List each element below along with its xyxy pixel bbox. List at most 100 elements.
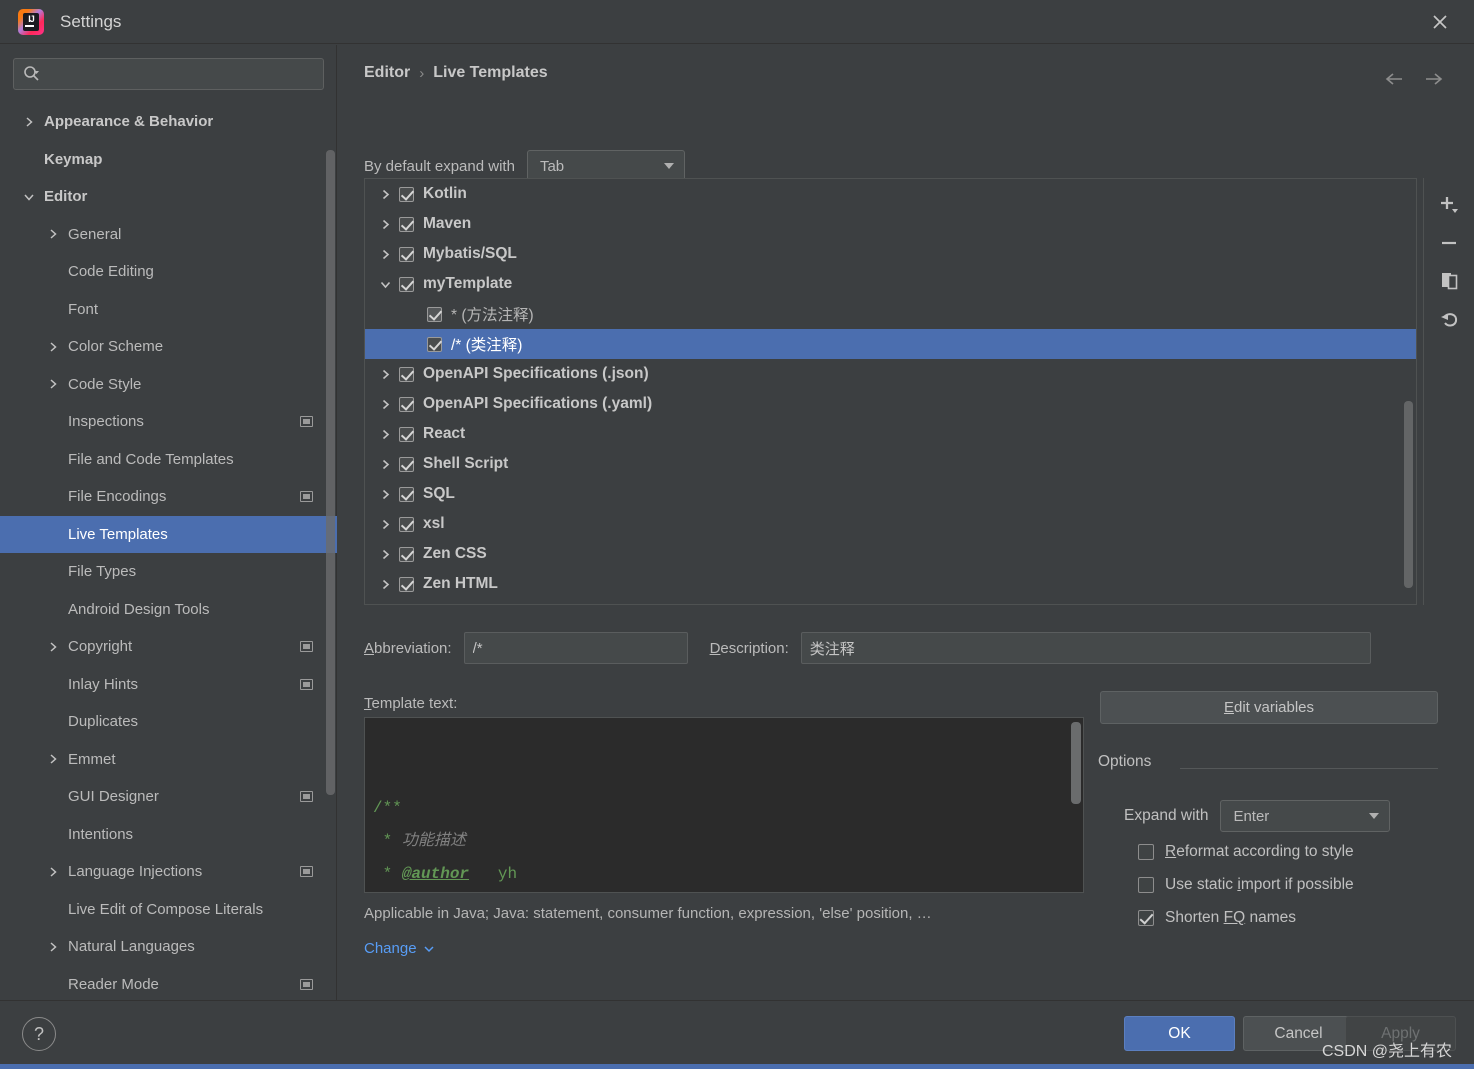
static-import-checkbox[interactable]: Use static import if possible: [1138, 876, 1354, 894]
sidebar-scrollbar[interactable]: [326, 150, 335, 795]
template-enabled-checkbox[interactable]: [399, 576, 414, 592]
template-tree-row[interactable]: OpenAPI Specifications (.yaml): [365, 389, 1416, 419]
sidebar-item-keymap[interactable]: Keymap: [0, 141, 337, 179]
chevron-down-icon[interactable]: [22, 190, 36, 204]
sidebar-item-editor[interactable]: Editor: [0, 178, 337, 216]
sidebar-item-color-scheme[interactable]: Color Scheme: [0, 328, 337, 366]
template-tree-row[interactable]: SQL: [365, 479, 1416, 509]
template-text-editor[interactable]: /** * 功能描述 * @author yh * @date $date$ *…: [364, 717, 1084, 893]
sidebar-item-gui-designer[interactable]: GUI Designer: [0, 778, 337, 816]
sidebar-item-code-style[interactable]: Code Style: [0, 366, 337, 404]
chevron-right-icon[interactable]: [377, 548, 393, 561]
template-enabled-checkbox[interactable]: [399, 516, 414, 532]
chevron-right-icon[interactable]: [377, 248, 393, 261]
template-tree-row[interactable]: OpenAPI Specifications (.json): [365, 359, 1416, 389]
sidebar-item-file-and-code-templates[interactable]: File and Code Templates: [0, 441, 337, 479]
chevron-right-icon[interactable]: [377, 428, 393, 441]
template-tree-row[interactable]: xsl: [365, 509, 1416, 539]
template-enabled-checkbox[interactable]: [399, 186, 414, 202]
template-tree-row[interactable]: myTemplate: [365, 269, 1416, 299]
template-enabled-checkbox[interactable]: [427, 306, 442, 322]
template-tree-row[interactable]: Kotlin: [365, 179, 1416, 209]
template-enabled-checkbox[interactable]: [399, 486, 414, 502]
chevron-down-icon[interactable]: [377, 278, 393, 291]
arrow-right-icon[interactable]: [1420, 65, 1448, 93]
live-templates-tree[interactable]: Kotlin Maven Mybatis/SQL myTemplate * (方法注释)…: [364, 178, 1417, 605]
sidebar-item-file-encodings[interactable]: File Encodings: [0, 478, 337, 516]
sidebar-item-intentions[interactable]: Intentions: [0, 816, 337, 854]
sidebar-item-inspections[interactable]: Inspections: [0, 403, 337, 441]
chevron-right-icon[interactable]: [377, 488, 393, 501]
sidebar-item-language-injections[interactable]: Language Injections: [0, 853, 337, 891]
template-enabled-checkbox[interactable]: [399, 396, 414, 412]
sidebar-item-reader-mode[interactable]: Reader Mode: [0, 966, 337, 1001]
question-mark-icon[interactable]: ?: [22, 1017, 56, 1051]
search-box[interactable]: [13, 58, 324, 90]
template-enabled-checkbox[interactable]: [399, 426, 414, 442]
duplicate-template-button[interactable]: [1432, 264, 1466, 298]
search-input[interactable]: [46, 66, 323, 82]
expand-with-combo[interactable]: Enter: [1220, 800, 1391, 832]
sidebar-item-code-editing[interactable]: Code Editing: [0, 253, 337, 291]
chevron-right-icon[interactable]: [46, 227, 60, 241]
sidebar-item-android-design-tools[interactable]: Android Design Tools: [0, 591, 337, 629]
sidebar-item-file-types[interactable]: File Types: [0, 553, 337, 591]
sidebar-item-duplicates[interactable]: Duplicates: [0, 703, 337, 741]
template-tree-row[interactable]: Maven: [365, 209, 1416, 239]
sidebar-item-font[interactable]: Font: [0, 291, 337, 329]
cancel-button[interactable]: Cancel: [1243, 1016, 1354, 1051]
chevron-right-icon[interactable]: [46, 640, 60, 654]
sidebar-item-copyright[interactable]: Copyright: [0, 628, 337, 666]
chevron-right-icon[interactable]: [46, 865, 60, 879]
chevron-right-icon[interactable]: [377, 458, 393, 471]
template-enabled-checkbox[interactable]: [399, 216, 414, 232]
template-enabled-checkbox[interactable]: [427, 336, 442, 352]
template-tree-row[interactable]: Mybatis/SQL: [365, 239, 1416, 269]
chevron-right-icon[interactable]: [377, 188, 393, 201]
chevron-right-icon[interactable]: [377, 398, 393, 411]
arrow-left-icon[interactable]: [1380, 65, 1408, 93]
template-tree-row[interactable]: /* (类注释): [365, 329, 1416, 359]
revert-template-button[interactable]: [1432, 302, 1466, 336]
sidebar-item-appearance-behavior[interactable]: Appearance & Behavior: [0, 103, 337, 141]
close-icon[interactable]: [1424, 6, 1456, 38]
chevron-right-icon[interactable]: [377, 578, 393, 591]
description-input[interactable]: [800, 632, 1371, 664]
template-enabled-checkbox[interactable]: [399, 366, 414, 382]
chevron-right-icon[interactable]: [46, 340, 60, 354]
template-tree-row[interactable]: Shell Script: [365, 449, 1416, 479]
chevron-right-icon[interactable]: [22, 115, 36, 129]
editor-scrollbar[interactable]: [1071, 722, 1081, 804]
template-tree-row[interactable]: Zen CSS: [365, 539, 1416, 569]
shorten-fq-checkbox[interactable]: Shorten FQ names: [1138, 909, 1296, 927]
settings-nav-tree[interactable]: Appearance & Behavior Keymap Editor General…: [0, 103, 337, 1000]
reformat-checkbox[interactable]: Reformat according to style: [1138, 843, 1354, 861]
sidebar-item-live-templates[interactable]: Live Templates: [0, 515, 337, 553]
sidebar-item-inlay-hints[interactable]: Inlay Hints: [0, 666, 337, 704]
chevron-right-icon[interactable]: [377, 518, 393, 531]
edit-variables-button[interactable]: Edit variables: [1100, 691, 1438, 724]
template-tree-row[interactable]: Zen HTML: [365, 569, 1416, 599]
sidebar-item-emmet[interactable]: Emmet: [0, 741, 337, 779]
templates-scrollbar[interactable]: [1404, 401, 1413, 588]
chevron-right-icon[interactable]: [377, 218, 393, 231]
template-enabled-checkbox[interactable]: [399, 546, 414, 562]
sidebar-item-general[interactable]: General: [0, 216, 337, 254]
chevron-right-icon[interactable]: [46, 752, 60, 766]
template-tree-row[interactable]: React: [365, 419, 1416, 449]
ok-button[interactable]: OK: [1124, 1016, 1235, 1051]
template-tree-row[interactable]: * (方法注释): [365, 299, 1416, 329]
breadcrumb-parent[interactable]: Editor: [364, 64, 410, 82]
add-template-button[interactable]: [1432, 188, 1466, 222]
chevron-right-icon[interactable]: [377, 368, 393, 381]
chevron-right-icon[interactable]: [46, 940, 60, 954]
template-enabled-checkbox[interactable]: [399, 456, 414, 472]
abbreviation-input[interactable]: [463, 632, 688, 664]
template-enabled-checkbox[interactable]: [399, 246, 414, 262]
change-context-link[interactable]: Change: [364, 940, 435, 957]
chevron-right-icon[interactable]: [46, 377, 60, 391]
remove-template-button[interactable]: [1432, 226, 1466, 260]
sidebar-item-natural-languages[interactable]: Natural Languages: [0, 928, 337, 966]
sidebar-item-live-edit-of-compose-literals[interactable]: Live Edit of Compose Literals: [0, 891, 337, 929]
template-enabled-checkbox[interactable]: [399, 276, 414, 292]
